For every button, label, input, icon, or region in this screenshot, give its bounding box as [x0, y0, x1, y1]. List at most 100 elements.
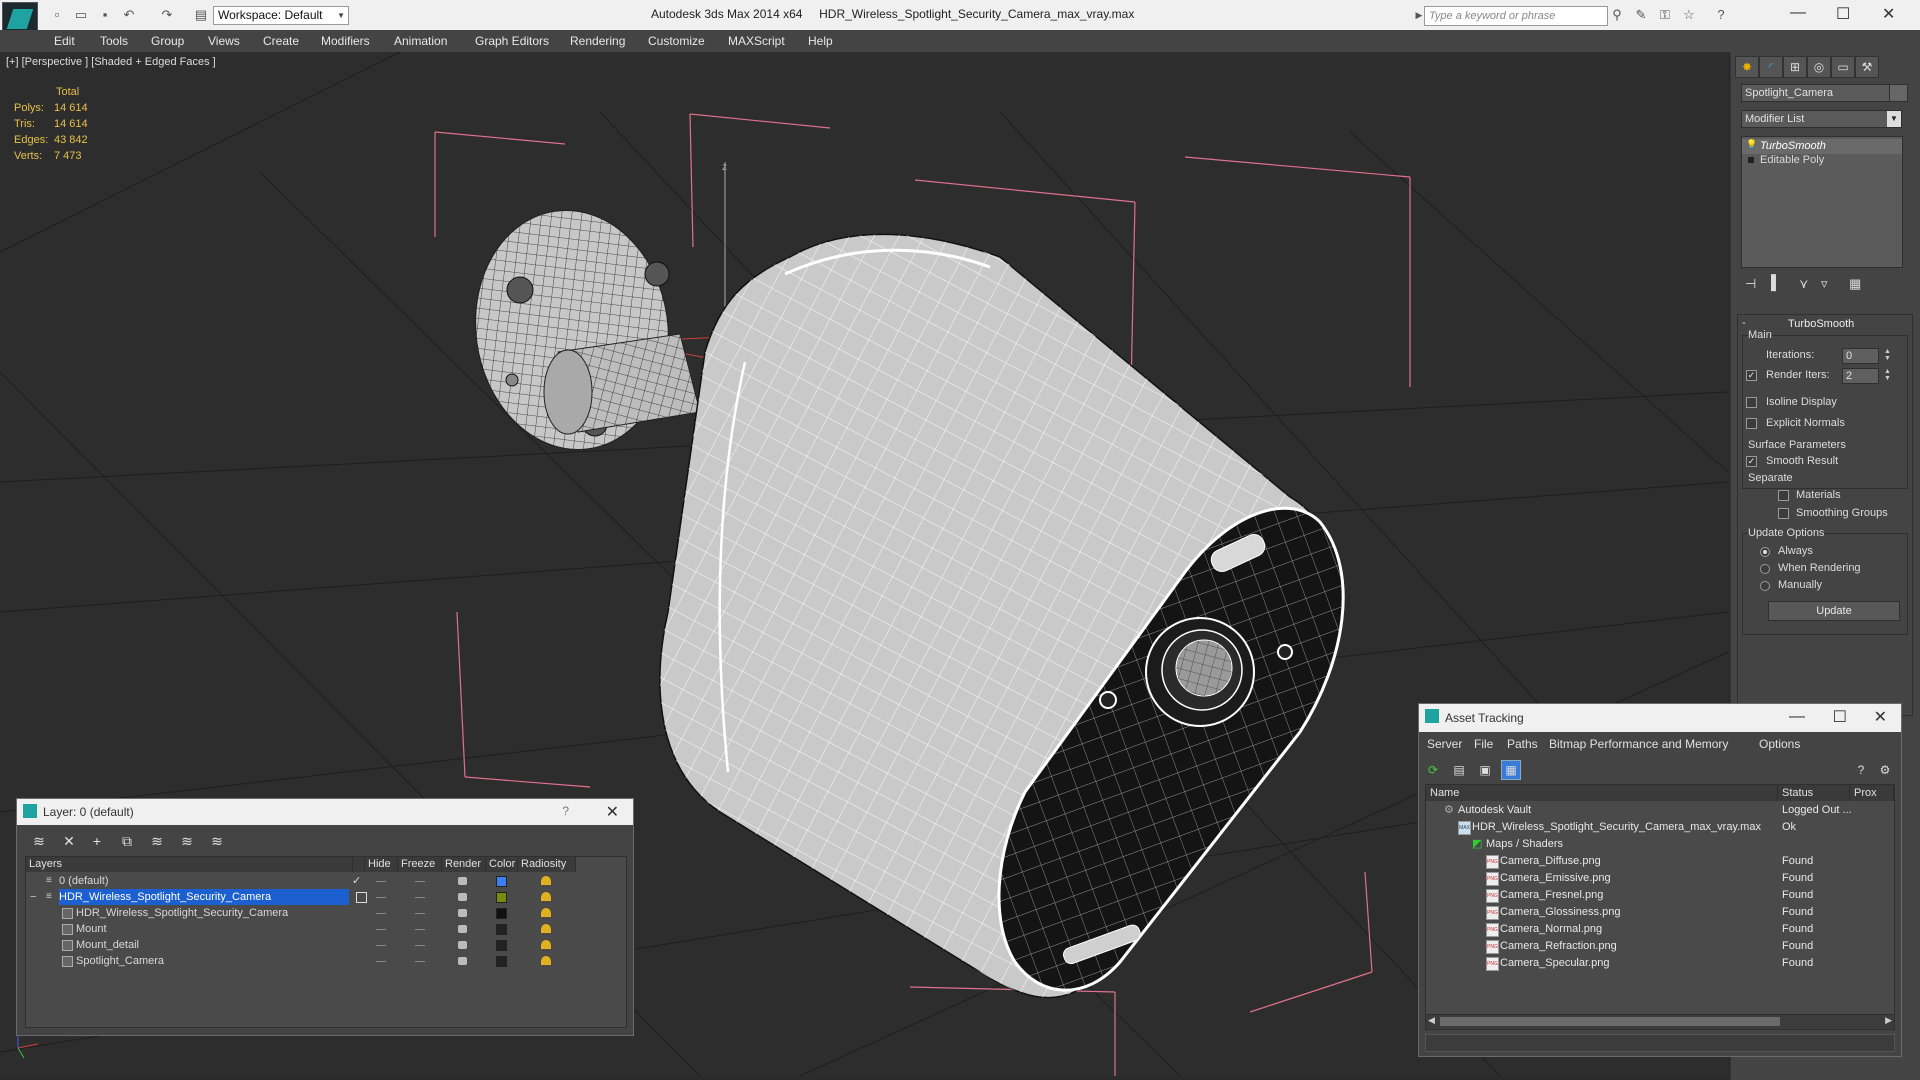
close-icon[interactable]: ✕: [1874, 707, 1887, 727]
undo-icon[interactable]: ↶: [120, 6, 138, 24]
freeze-toggle[interactable]: [415, 929, 425, 930]
horizontal-scrollbar[interactable]: ◀ ▶: [1425, 1014, 1895, 1030]
open-file-icon[interactable]: ▭: [72, 6, 90, 24]
asset-dialog-header[interactable]: Asset Tracking — ☐ ✕: [1419, 704, 1901, 732]
menu-graph-editors[interactable]: Graph Editors: [475, 34, 549, 48]
freeze-toggle[interactable]: [415, 881, 425, 882]
table-row[interactable]: ◩ Maps / Shaders: [1426, 836, 1894, 853]
table-row[interactable]: Mount: [26, 921, 576, 937]
layer-dialog-header[interactable]: Layer: 0 (default) ? ✕: [17, 799, 633, 825]
stack-item-editable-poly[interactable]: Editable Poly: [1760, 154, 1824, 166]
select-objects-icon[interactable]: ⧉: [117, 832, 137, 850]
viewport-label[interactable]: [+] [Perspective ] [Shaded + Edged Faces…: [6, 56, 216, 68]
pin-stack-icon[interactable]: ⊣: [1745, 276, 1756, 292]
hide-all-layers-icon[interactable]: ≋: [177, 832, 197, 850]
freeze-toggle[interactable]: [415, 897, 425, 898]
table-row[interactable]: Mount_detail: [26, 937, 576, 953]
col-hide[interactable]: Hide: [365, 857, 398, 872]
menu-animation[interactable]: Animation: [394, 34, 447, 48]
highlight-layer-icon[interactable]: ≋: [147, 832, 167, 850]
menu-edit[interactable]: Edit: [54, 34, 75, 48]
render-teapot-icon[interactable]: [458, 893, 467, 901]
current-layer-check-icon[interactable]: ✓: [352, 873, 361, 889]
table-row[interactable]: PNG Camera_Diffuse.png Found: [1426, 853, 1894, 870]
create-layer-icon[interactable]: ≋: [29, 832, 49, 850]
maximize-icon[interactable]: ☐: [1833, 707, 1847, 727]
utilities-tab-icon[interactable]: ⚒: [1855, 56, 1879, 78]
help-icon[interactable]: ?: [1851, 760, 1871, 780]
key-icon[interactable]: ⚿: [1656, 6, 1674, 24]
project-folder-icon[interactable]: ▤: [192, 6, 210, 24]
scroll-right-icon[interactable]: ▶: [1885, 1015, 1892, 1026]
scroll-left-icon[interactable]: ◀: [1428, 1015, 1435, 1026]
always-radio[interactable]: [1760, 547, 1770, 557]
radiosity-icon[interactable]: [541, 924, 551, 933]
minimize-icon[interactable]: —: [1789, 708, 1805, 726]
object-color-swatch[interactable]: [496, 924, 507, 935]
menu-bitmap-performance[interactable]: Bitmap Performance and Memory: [1549, 737, 1728, 751]
help-icon[interactable]: ?: [562, 804, 569, 818]
menu-rendering[interactable]: Rendering: [570, 34, 625, 48]
table-row[interactable]: PNG Camera_Emissive.png Found: [1426, 870, 1894, 887]
manually-radio[interactable]: [1760, 581, 1770, 591]
table-row[interactable]: PNG Camera_Normal.png Found: [1426, 921, 1894, 938]
remove-modifier-icon[interactable]: ▿: [1821, 276, 1828, 292]
freeze-toggle[interactable]: [415, 961, 425, 962]
refresh-icon[interactable]: ⟳: [1423, 760, 1443, 780]
radiosity-icon[interactable]: [541, 956, 551, 965]
radiosity-icon[interactable]: [541, 876, 551, 885]
menu-group[interactable]: Group: [151, 34, 184, 48]
motion-tab-icon[interactable]: ◎: [1807, 56, 1831, 78]
help-icon[interactable]: ?: [1712, 6, 1730, 24]
col-status[interactable]: Status: [1778, 785, 1850, 801]
iterations-spinner[interactable]: 0: [1842, 348, 1879, 364]
table-row[interactable]: HDR_Wireless_Spotlight_Security_Camera: [26, 905, 576, 921]
modify-tab-icon[interactable]: ◜: [1759, 56, 1783, 78]
col-freeze[interactable]: Freeze: [398, 857, 442, 872]
workspace-dropdown[interactable]: Workspace: Default ▼: [213, 6, 349, 25]
binoculars-icon[interactable]: ⚲: [1608, 6, 1626, 24]
freeze-toggle[interactable]: [415, 945, 425, 946]
freeze-all-layers-icon[interactable]: ≋: [207, 832, 227, 850]
add-to-layer-icon[interactable]: +: [87, 832, 107, 850]
minimize-icon[interactable]: —: [1790, 4, 1806, 22]
lightbulb-icon[interactable]: 💡: [1746, 139, 1757, 150]
object-name-field[interactable]: Spotlight_Camera: [1741, 84, 1890, 102]
object-color-swatch[interactable]: [1889, 84, 1908, 102]
table-row[interactable]: ≡ 0 (default) ✓: [26, 873, 576, 889]
modifier-list-dropdown[interactable]: Modifier List ▼: [1741, 110, 1902, 128]
menu-paths[interactable]: Paths: [1507, 737, 1538, 751]
create-tab-icon[interactable]: ✸: [1735, 56, 1759, 78]
smoothing-groups-checkbox[interactable]: [1778, 508, 1789, 519]
when-rendering-radio[interactable]: [1760, 564, 1770, 574]
layer-color-swatch[interactable]: [496, 892, 507, 903]
table-view-icon[interactable]: ▦: [1501, 760, 1521, 780]
menu-views[interactable]: Views: [208, 34, 240, 48]
settings-icon[interactable]: ⚙: [1875, 760, 1895, 780]
table-row[interactable]: Spotlight_Camera: [26, 953, 576, 969]
redo-icon[interactable]: ↷: [158, 6, 176, 24]
delete-layer-icon[interactable]: ✕: [59, 832, 79, 850]
table-row[interactable]: MAX HDR_Wireless_Spotlight_Security_Came…: [1426, 819, 1894, 836]
hide-toggle[interactable]: [376, 945, 386, 946]
radiosity-icon[interactable]: [541, 892, 551, 901]
search-input[interactable]: Type a keyword or phrase: [1424, 6, 1608, 26]
explicit-normals-checkbox[interactable]: [1746, 418, 1757, 429]
materials-checkbox[interactable]: [1778, 490, 1789, 501]
menu-tools[interactable]: Tools: [100, 34, 128, 48]
col-radiosity[interactable]: Radiosity: [518, 857, 576, 872]
menu-help[interactable]: Help: [808, 34, 833, 48]
make-unique-icon[interactable]: ⋎: [1799, 276, 1809, 292]
table-row[interactable]: PNG Camera_Refraction.png Found: [1426, 938, 1894, 955]
isoline-display-checkbox[interactable]: [1746, 397, 1757, 408]
table-row[interactable]: − ≡ HDR_Wireless_Spotlight_Security_Came…: [26, 889, 576, 905]
save-file-icon[interactable]: ▪: [96, 6, 114, 24]
menu-server[interactable]: Server: [1427, 737, 1462, 751]
update-button[interactable]: Update: [1768, 601, 1900, 621]
close-icon[interactable]: ✕: [1882, 4, 1895, 24]
list-view-icon[interactable]: ▤: [1449, 760, 1469, 780]
configure-sets-icon[interactable]: ▦: [1849, 276, 1861, 292]
col-name[interactable]: Name: [1426, 785, 1778, 801]
communication-center-icon[interactable]: ✎: [1632, 6, 1650, 24]
hide-toggle[interactable]: [376, 913, 386, 914]
